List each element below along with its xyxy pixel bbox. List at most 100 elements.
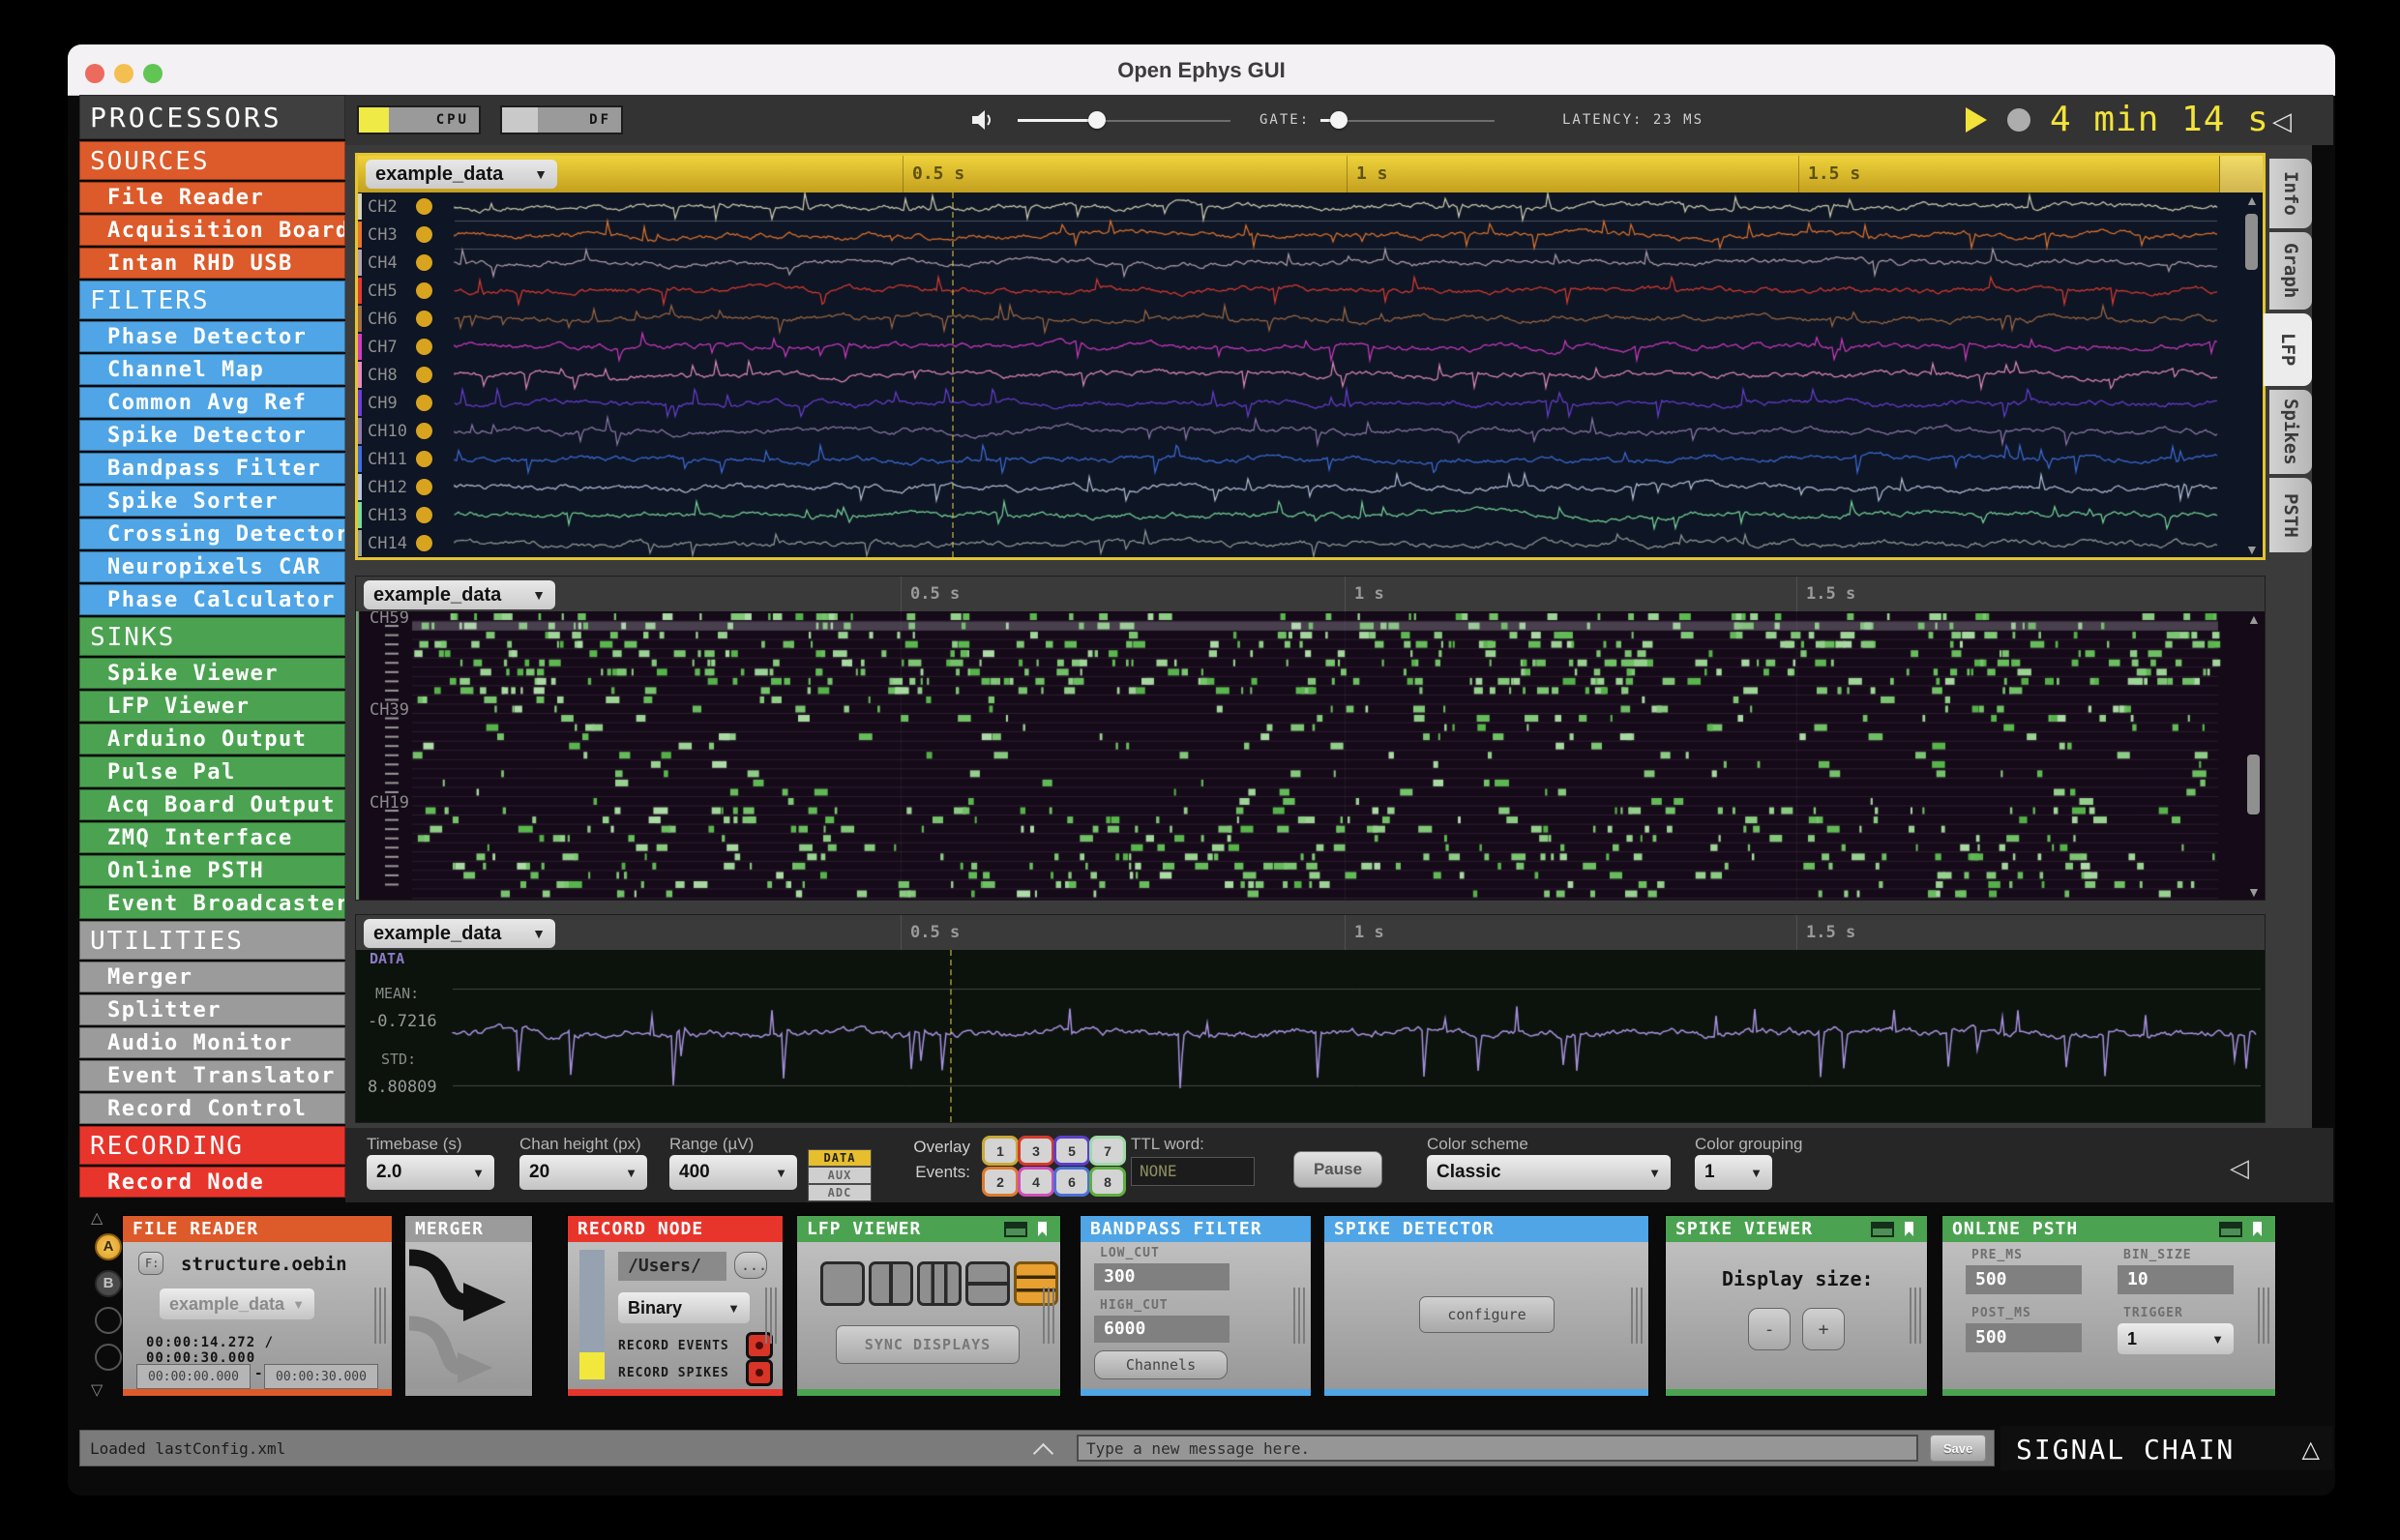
lfp-scrollbar[interactable]: ▲ ▼ — [2243, 192, 2261, 557]
collapse-left-icon[interactable]: ◁ — [2230, 1153, 2249, 1183]
file-stream-select[interactable]: example_data ▼ — [160, 1288, 314, 1319]
end-time-field[interactable]: 00:00:30.000 — [264, 1364, 378, 1389]
layout-single-button[interactable] — [820, 1261, 865, 1306]
processor-record-control[interactable]: Record Control — [79, 1093, 345, 1124]
chain-slot-empty[interactable] — [95, 1307, 122, 1334]
channel-enable-dot[interactable] — [416, 367, 432, 383]
channel-row-ch11[interactable]: CH11 — [358, 445, 455, 473]
module-drag-handle[interactable] — [374, 1288, 386, 1344]
chevron-up-icon[interactable] — [1032, 1442, 1054, 1465]
module-drag-handle[interactable] — [1910, 1288, 1921, 1344]
color-scheme-select[interactable]: Classic ▼ — [1427, 1155, 1671, 1190]
module-spike-viewer[interactable]: SPIKE VIEWER Display size: - + — [1666, 1216, 1927, 1396]
channel-row-ch12[interactable]: CH12 — [358, 473, 455, 501]
channel-row-ch2[interactable]: CH2 — [358, 192, 455, 221]
color-grouping-select[interactable]: 1 ▼ — [1695, 1155, 1772, 1190]
open-window-icon[interactable] — [1004, 1222, 1027, 1237]
range-tab-aux[interactable]: AUX — [808, 1167, 872, 1184]
overlay-event-button-7[interactable]: 7 — [1089, 1136, 1126, 1166]
open-window-icon[interactable] — [1871, 1222, 1894, 1237]
channel-enable-dot[interactable] — [416, 451, 432, 467]
module-drag-handle[interactable] — [2258, 1288, 2269, 1344]
processor-channel-map[interactable]: Channel Map — [79, 354, 345, 385]
range-tab-data[interactable]: DATA — [808, 1149, 872, 1167]
record-path-field[interactable]: /Users/ — [618, 1252, 726, 1281]
layout-2col-button[interactable] — [869, 1261, 913, 1306]
module-drag-handle[interactable] — [1043, 1288, 1054, 1344]
processor-splitter[interactable]: Splitter — [79, 994, 345, 1025]
range-tab-adc[interactable]: ADC — [808, 1184, 872, 1201]
timebase-select[interactable]: 2.0 ▼ — [367, 1155, 494, 1190]
channel-row-ch6[interactable]: CH6 — [358, 305, 455, 333]
spike-raster-body[interactable]: CH59 CH39 CH19 ▲ ▼ — [356, 611, 2265, 900]
gate-slider[interactable] — [1320, 111, 1495, 129]
record-button[interactable] — [2007, 108, 2030, 132]
overlay-event-button-3[interactable]: 3 — [1018, 1136, 1054, 1166]
channel-row-ch3[interactable]: CH3 — [358, 221, 455, 249]
overlay-event-button-8[interactable]: 8 — [1089, 1167, 1126, 1197]
channel-row-ch5[interactable]: CH5 — [358, 277, 455, 305]
processor-acq-board-output[interactable]: Acq Board Output — [79, 789, 345, 820]
raster-scrollbar[interactable]: ▲ ▼ — [2245, 611, 2263, 900]
channel-enable-dot[interactable] — [416, 226, 432, 243]
start-time-field[interactable]: 00:00:00.000 — [136, 1364, 251, 1389]
open-window-icon[interactable] — [2219, 1222, 2242, 1237]
volume-slider[interactable] — [1018, 111, 1230, 129]
processor-spike-viewer[interactable]: Spike Viewer — [79, 658, 345, 689]
stream-select-1[interactable]: example_data ▼ — [366, 160, 557, 189]
scroll-down-icon[interactable]: ▼ — [2245, 542, 2259, 557]
lfp-traces-body[interactable]: CH2 CH3 CH4 CH5 CH6 CH7 CH8 CH9 CH10 CH11 CH12 CH13… — [358, 192, 2263, 557]
channel-enable-dot[interactable] — [416, 479, 432, 495]
save-button[interactable]: Save — [1930, 1435, 1986, 1462]
tab-spikes[interactable]: Spikes — [2269, 390, 2312, 474]
processor-merger[interactable]: Merger — [79, 962, 345, 992]
processor-spike-sorter[interactable]: Spike Sorter — [79, 486, 345, 517]
channel-row-ch7[interactable]: CH7 — [358, 333, 455, 361]
processor-pulse-pal[interactable]: Pulse Pal — [79, 756, 345, 787]
chain-slot-a[interactable]: A — [95, 1233, 122, 1260]
pause-button[interactable]: Pause — [1293, 1151, 1382, 1188]
channel-row-ch13[interactable]: CH13 — [358, 501, 455, 529]
module-spike-detector[interactable]: SPIKE DETECTOR configure — [1324, 1216, 1648, 1396]
module-bandpass-filter[interactable]: BANDPASS FILTER LOW_CUT 300 HIGH_CUT 600… — [1081, 1216, 1311, 1396]
message-input[interactable] — [1077, 1435, 1918, 1462]
processor-zmq-interface[interactable]: ZMQ Interface — [79, 822, 345, 853]
layout-2row-button[interactable] — [965, 1261, 1010, 1306]
processor-event-translator[interactable]: Event Translator — [79, 1060, 345, 1091]
module-drag-handle[interactable] — [765, 1288, 777, 1344]
play-button[interactable] — [1966, 107, 1987, 133]
processor-online-psth[interactable]: Online PSTH — [79, 855, 345, 886]
module-online-psth[interactable]: ONLINE PSTH PRE_MS 500 BIN_SIZE 10 POST_… — [1942, 1216, 2275, 1396]
signal-chain-toggle[interactable]: SIGNAL CHAIN △ — [2000, 1426, 2333, 1470]
tab-lfp[interactable]: LFP — [2264, 313, 2312, 386]
channel-enable-dot[interactable] — [416, 282, 432, 299]
channel-enable-dot[interactable] — [416, 339, 432, 355]
processor-lfp-viewer[interactable]: LFP Viewer — [79, 691, 345, 722]
channel-row-ch4[interactable]: CH4 — [358, 249, 455, 277]
channel-enable-dot[interactable] — [416, 423, 432, 439]
layout-3col-button[interactable] — [917, 1261, 962, 1306]
module-merger[interactable]: MERGER — [405, 1216, 532, 1396]
processor-event-broadcaster[interactable]: Event Broadcaster — [79, 888, 345, 919]
processor-common-avg-ref[interactable]: Common Avg Ref — [79, 387, 345, 418]
range-select[interactable]: 400 ▼ — [669, 1155, 797, 1190]
chain-down-icon[interactable]: ▽ — [91, 1380, 103, 1400]
stream-select-3[interactable]: example_data ▼ — [364, 919, 555, 948]
overlay-event-button-4[interactable]: 4 — [1018, 1167, 1054, 1197]
channel-row-ch14[interactable]: CH14 — [358, 529, 455, 557]
gate-slider-thumb[interactable] — [1330, 111, 1348, 129]
channels-button[interactable]: Channels — [1094, 1350, 1228, 1379]
chain-slot-empty[interactable] — [95, 1344, 122, 1371]
scroll-down-icon[interactable]: ▼ — [2247, 884, 2261, 900]
channel-enable-dot[interactable] — [416, 535, 432, 551]
channel-enable-dot[interactable] — [416, 254, 432, 271]
processor-intan-rhd-usb[interactable]: Intan RHD USB — [79, 248, 345, 279]
processor-phase-calculator[interactable]: Phase Calculator — [79, 584, 345, 615]
sync-displays-button[interactable]: SYNC DISPLAYS — [836, 1325, 1020, 1364]
record-spikes-toggle[interactable] — [746, 1359, 773, 1386]
module-lfp-viewer[interactable]: LFP VIEWER SYNC DISPLAYS — [797, 1216, 1060, 1396]
tab-graph[interactable]: Graph — [2269, 232, 2312, 310]
chan-height-select[interactable]: 20 ▼ — [519, 1155, 647, 1190]
processor-audio-monitor[interactable]: Audio Monitor — [79, 1027, 345, 1058]
overlay-event-button-1[interactable]: 1 — [982, 1136, 1019, 1166]
